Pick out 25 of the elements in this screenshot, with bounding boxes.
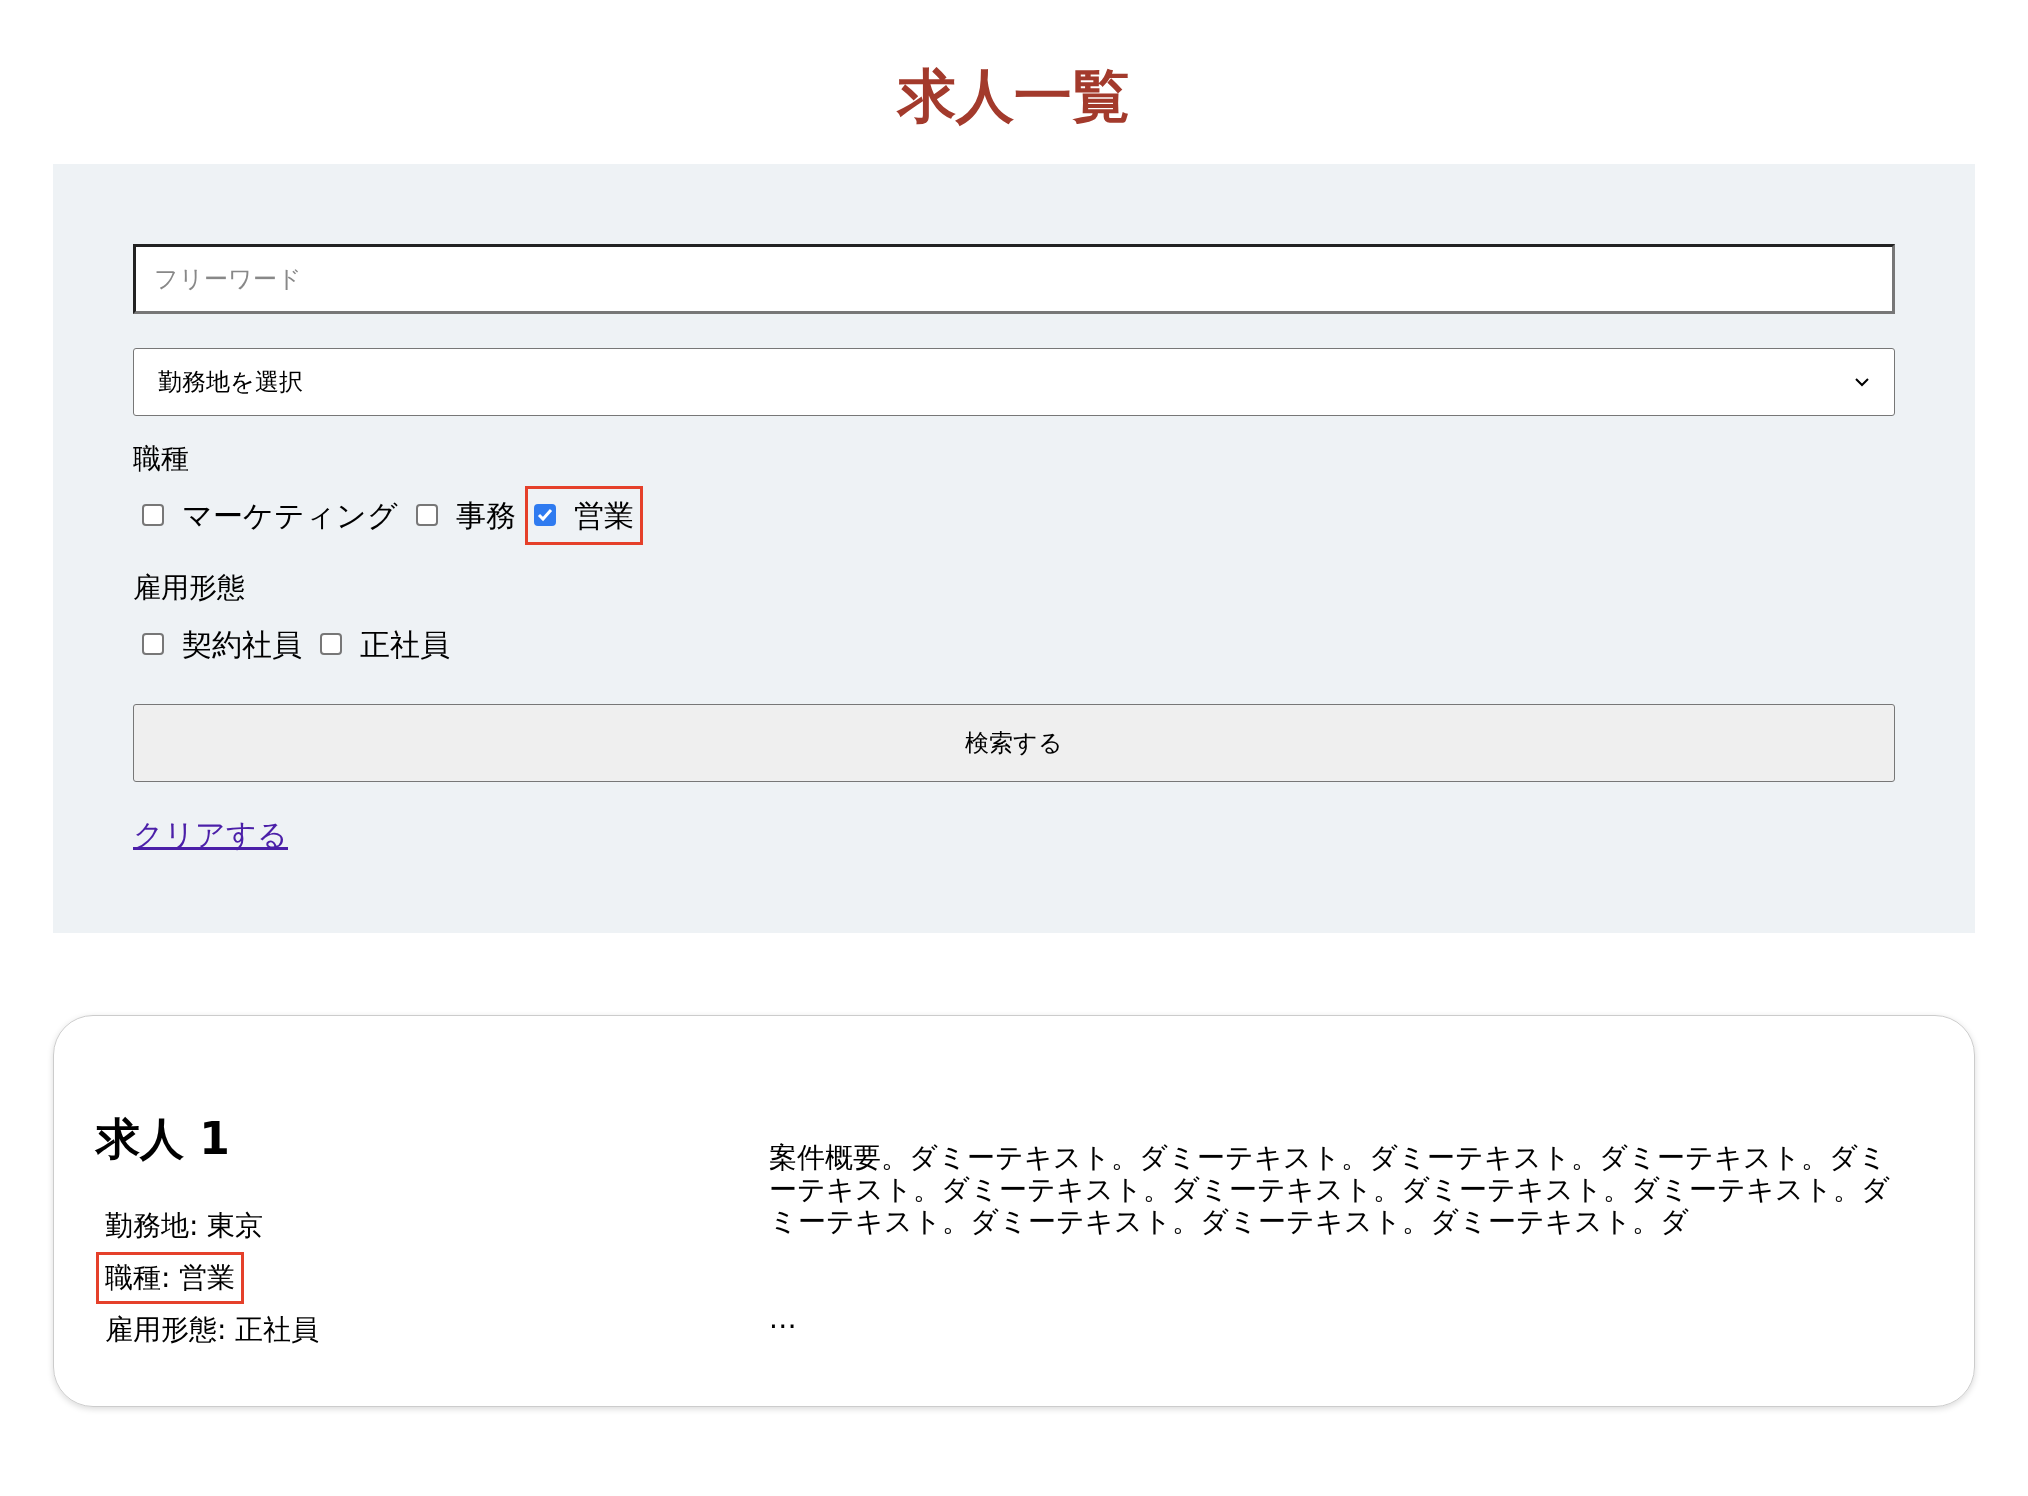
checkbox-label[interactable]: マーケティング [182,492,398,538]
select-value: 勤務地を選択 [158,366,303,398]
checkbox[interactable] [534,504,556,527]
checkbox[interactable] [142,633,164,656]
job-title: 求人 1 [96,1111,231,1166]
search-button[interactable]: 検索する [133,703,1895,782]
job-detail: 雇用形態: 正社員 [104,1311,321,1348]
freeword-field[interactable]: フリーワード [133,243,1895,314]
job-detail: 職種: 営業 [96,1251,245,1304]
job-summary: 案件概要。ダミーテキスト。ダミーテキスト。ダミーテキスト。ダミーテキスト。ダミーテキスト。ダミーテキスト。ダミーテキスト。ダミーテキスト。ダミーテキスト。ダミーテキスト。ダミーテキスト。ダミーテキスト。ダミーテキスト。ダ [768,1141,1891,1238]
job-detail: 勤務地: 東京 [104,1207,265,1244]
clear-link[interactable]: クリアする [133,811,288,857]
chevron-down-icon [1854,376,1870,387]
checkbox-label[interactable]: 事務 [456,492,516,538]
location-select[interactable]: 勤務地を選択 [133,347,1895,416]
ellipsis-text: … [768,1300,798,1337]
group-label: 雇用形態 [133,569,246,606]
group-label: 職種 [133,440,190,477]
page-title: 求人一覧 [895,62,1131,132]
checkbox[interactable] [320,633,342,656]
checkbox-label[interactable]: 契約社員 [182,621,302,667]
checkbox[interactable] [416,504,438,527]
checkbox-label[interactable]: 正社員 [360,621,450,667]
checkbox[interactable] [142,504,164,527]
checkbox-label[interactable]: 営業 [574,492,634,538]
